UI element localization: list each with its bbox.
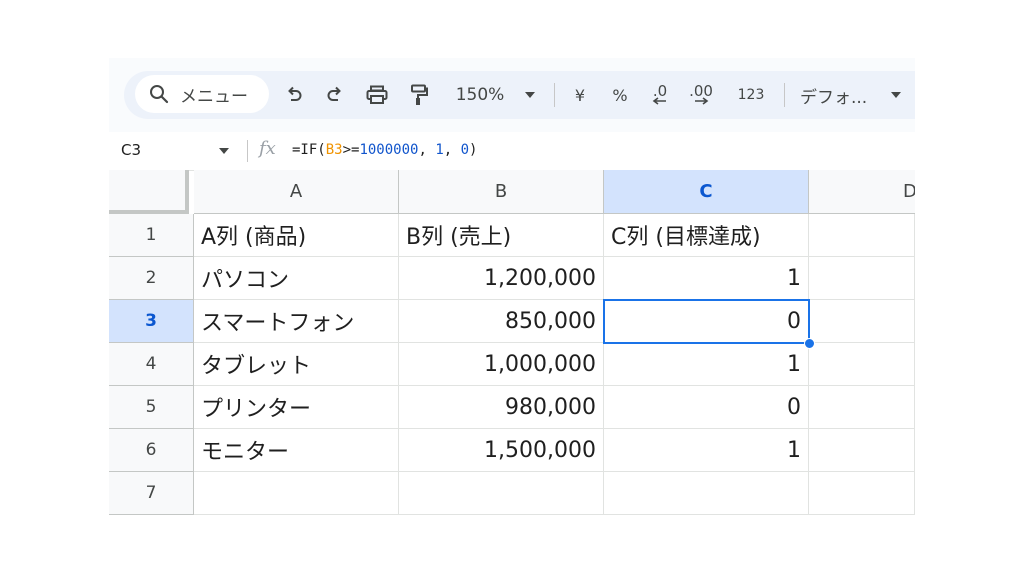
- cell-c4[interactable]: 1: [604, 343, 809, 386]
- toolbar-divider: [554, 83, 555, 107]
- spreadsheet-app: メニュー 150% ¥ % .0 .00 123 デフォ... C3 fx =I…: [109, 58, 915, 518]
- cell-a5[interactable]: プリンター: [194, 386, 399, 429]
- cell-d3[interactable]: [809, 300, 915, 343]
- row-header-3[interactable]: 3: [109, 300, 194, 343]
- cell-d1[interactable]: [809, 214, 915, 257]
- cell-b5[interactable]: 980,000: [399, 386, 604, 429]
- cell-c2[interactable]: 1: [604, 257, 809, 300]
- formula-cell-ref: B3: [325, 142, 343, 158]
- percent-format-button[interactable]: %: [610, 81, 630, 109]
- formula-bar: C3 fx =IF(B3>=1000000, 1, 0): [109, 132, 915, 171]
- number-format-button[interactable]: 123: [734, 81, 768, 109]
- cell-d4[interactable]: [809, 343, 915, 386]
- menu-search-label: メニュー: [180, 86, 248, 107]
- currency-label: ¥: [574, 85, 586, 105]
- cell-a3[interactable]: スマートフォン: [194, 300, 399, 343]
- decrease-decimal-label: .0: [652, 82, 668, 100]
- cell-c1[interactable]: C列 (目標達成): [604, 214, 809, 257]
- cell-a1[interactable]: A列 (商品): [194, 214, 399, 257]
- cell-c6[interactable]: 1: [604, 429, 809, 472]
- fill-handle[interactable]: [804, 338, 815, 349]
- toolbar: メニュー 150% ¥ % .0 .00 123 デフォ...: [109, 58, 915, 132]
- toolbar-divider: [784, 83, 785, 107]
- number-format-label: 123: [737, 87, 765, 103]
- cell-b3[interactable]: 850,000: [399, 300, 604, 343]
- cell-c7[interactable]: [604, 472, 809, 515]
- row-header-5[interactable]: 5: [109, 386, 194, 429]
- cell-d2[interactable]: [809, 257, 915, 300]
- cell-c3[interactable]: 0: [604, 300, 809, 343]
- formula-input[interactable]: =IF(B3>=1000000, 1, 0): [292, 142, 477, 158]
- formula-text: ,: [443, 142, 461, 158]
- formula-number: 1000000: [359, 142, 419, 158]
- menu-search-button[interactable]: メニュー: [135, 75, 269, 113]
- cell-b7[interactable]: [399, 472, 604, 515]
- formula-number: 0: [460, 142, 470, 158]
- row-header-1[interactable]: 1: [109, 214, 194, 257]
- column-header-d[interactable]: D: [809, 170, 915, 214]
- search-icon: [148, 83, 170, 105]
- cell-a7[interactable]: [194, 472, 399, 515]
- name-box[interactable]: C3: [121, 141, 141, 159]
- formula-text: >=: [342, 142, 360, 158]
- cell-b2[interactable]: 1,200,000: [399, 257, 604, 300]
- cell-a2[interactable]: パソコン: [194, 257, 399, 300]
- name-box-caret-icon[interactable]: [219, 148, 229, 154]
- redo-icon[interactable]: [323, 81, 347, 109]
- cell-b1[interactable]: B列 (売上): [399, 214, 604, 257]
- font-family-value: デフォ...: [800, 87, 868, 108]
- currency-format-button[interactable]: ¥: [570, 81, 590, 109]
- row-header-7[interactable]: 7: [109, 472, 194, 515]
- increase-decimal-button[interactable]: .00: [686, 81, 716, 109]
- zoom-select[interactable]: 150%: [454, 81, 506, 109]
- font-caret-icon[interactable]: [890, 81, 902, 109]
- fx-icon: fx: [259, 138, 276, 159]
- zoom-value: 150%: [455, 85, 505, 105]
- sheet-grid: A B C D 1 A列 (商品) B列 (売上) C列 (目標達成) 2 パソ…: [109, 170, 915, 518]
- row-header-2[interactable]: 2: [109, 257, 194, 300]
- row-header-6[interactable]: 6: [109, 429, 194, 472]
- column-header-c[interactable]: C: [604, 170, 809, 214]
- arrow-right-icon: [695, 97, 709, 105]
- arrow-left-icon: [652, 97, 666, 105]
- cell-c5[interactable]: 0: [604, 386, 809, 429]
- select-all-corner[interactable]: [109, 170, 189, 214]
- formula-number: 1: [435, 142, 444, 158]
- percent-label: %: [612, 85, 628, 105]
- decrease-decimal-button[interactable]: .0: [646, 81, 674, 109]
- increase-decimal-label: .00: [689, 82, 713, 100]
- formula-text: ): [469, 142, 478, 158]
- cell-d7[interactable]: [809, 472, 915, 515]
- cell-d5[interactable]: [809, 386, 915, 429]
- zoom-caret-icon[interactable]: [524, 81, 536, 109]
- formula-divider: [247, 140, 248, 162]
- cell-b6[interactable]: 1,500,000: [399, 429, 604, 472]
- formula-text: ,: [418, 142, 436, 158]
- row-header-4[interactable]: 4: [109, 343, 194, 386]
- cell-b4[interactable]: 1,000,000: [399, 343, 604, 386]
- formula-text: =IF(: [292, 142, 326, 158]
- undo-icon[interactable]: [282, 81, 306, 109]
- cell-a4[interactable]: タブレット: [194, 343, 399, 386]
- cell-a6[interactable]: モニター: [194, 429, 399, 472]
- font-family-select[interactable]: デフォ...: [800, 81, 880, 109]
- column-header-b[interactable]: B: [399, 170, 604, 214]
- cell-d6[interactable]: [809, 429, 915, 472]
- paint-format-icon[interactable]: [408, 81, 430, 109]
- toolbar-strip: メニュー 150% ¥ % .0 .00 123 デフォ...: [124, 71, 915, 119]
- print-icon[interactable]: [364, 81, 390, 109]
- column-header-a[interactable]: A: [194, 170, 399, 214]
